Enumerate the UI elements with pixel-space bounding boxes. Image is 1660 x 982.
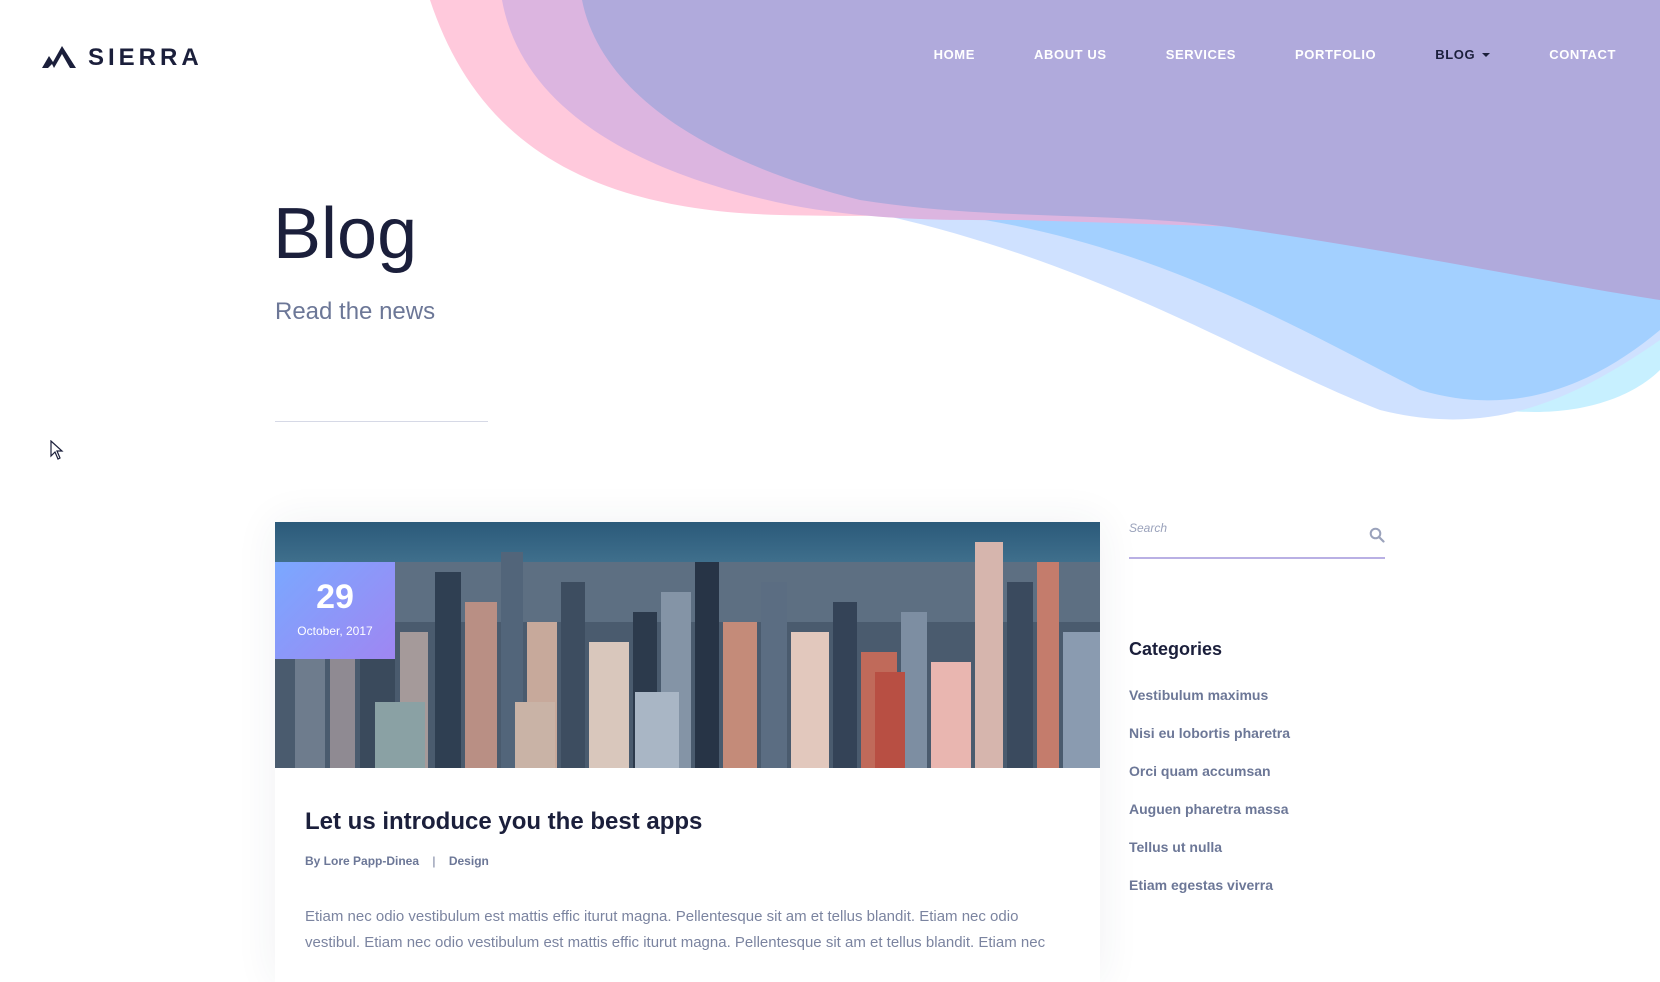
post-date-month: October, 2017 bbox=[297, 624, 373, 638]
brand-name: SIERRA bbox=[88, 44, 203, 71]
page-title: Blog bbox=[273, 194, 418, 274]
post-image[interactable]: 29 October, 2017 bbox=[275, 522, 1100, 768]
sidebar-search bbox=[1129, 515, 1385, 559]
page-subtitle: Read the news bbox=[275, 298, 436, 325]
categories-list: Vestibulum maximus Nisi eu lobortis phar… bbox=[1129, 687, 1290, 915]
post-category[interactable]: Design bbox=[449, 854, 489, 868]
post-author[interactable]: By Lore Papp-Dinea bbox=[305, 854, 419, 868]
mouse-cursor-icon bbox=[50, 440, 64, 460]
post-date-day: 29 bbox=[316, 578, 354, 616]
category-link[interactable]: Vestibulum maximus bbox=[1129, 687, 1290, 725]
category-link[interactable]: Etiam egestas viverra bbox=[1129, 877, 1290, 915]
category-link[interactable]: Nisi eu lobortis pharetra bbox=[1129, 725, 1290, 763]
blog-post-card: 29 October, 2017 Let us introduce you th… bbox=[275, 522, 1100, 982]
brand-logo[interactable]: SIERRA bbox=[42, 44, 203, 72]
mountain-logo-icon bbox=[42, 46, 76, 68]
nav-item-home[interactable]: HOME bbox=[934, 47, 975, 62]
categories-heading: Categories bbox=[1129, 639, 1223, 659]
search-icon[interactable] bbox=[1369, 527, 1385, 543]
post-meta-separator: | bbox=[432, 854, 436, 868]
nav-item-portfolio[interactable]: PORTFOLIO bbox=[1295, 47, 1376, 62]
search-input[interactable] bbox=[1129, 521, 1349, 535]
nav-item-about-us[interactable]: ABOUT US bbox=[1034, 47, 1107, 62]
post-date-badge: 29 October, 2017 bbox=[275, 562, 395, 659]
hero-divider bbox=[275, 421, 488, 422]
nav-item-blog[interactable]: BLOG bbox=[1435, 47, 1491, 62]
city-skyline-image bbox=[275, 522, 1100, 768]
category-link[interactable]: Tellus ut nulla bbox=[1129, 839, 1290, 877]
category-link[interactable]: Orci quam accumsan bbox=[1129, 763, 1290, 801]
nav-item-services[interactable]: SERVICES bbox=[1166, 47, 1236, 62]
caret-down-icon bbox=[1482, 52, 1491, 57]
post-excerpt: Etiam nec odio vestibulum est mattis eff… bbox=[305, 908, 1046, 951]
main-nav: HOME ABOUT US SERVICES PORTFOLIO BLOG CO… bbox=[875, 47, 1616, 62]
nav-item-contact[interactable]: CONTACT bbox=[1549, 47, 1616, 62]
post-title[interactable]: Let us introduce you the best apps bbox=[305, 808, 1070, 836]
category-link[interactable]: Auguen pharetra massa bbox=[1129, 801, 1290, 839]
post-meta: By Lore Papp-Dinea | Design bbox=[305, 854, 1070, 868]
post-body: Let us introduce you the best apps By Lo… bbox=[275, 768, 1100, 956]
nav-item-blog-label: BLOG bbox=[1435, 47, 1476, 62]
